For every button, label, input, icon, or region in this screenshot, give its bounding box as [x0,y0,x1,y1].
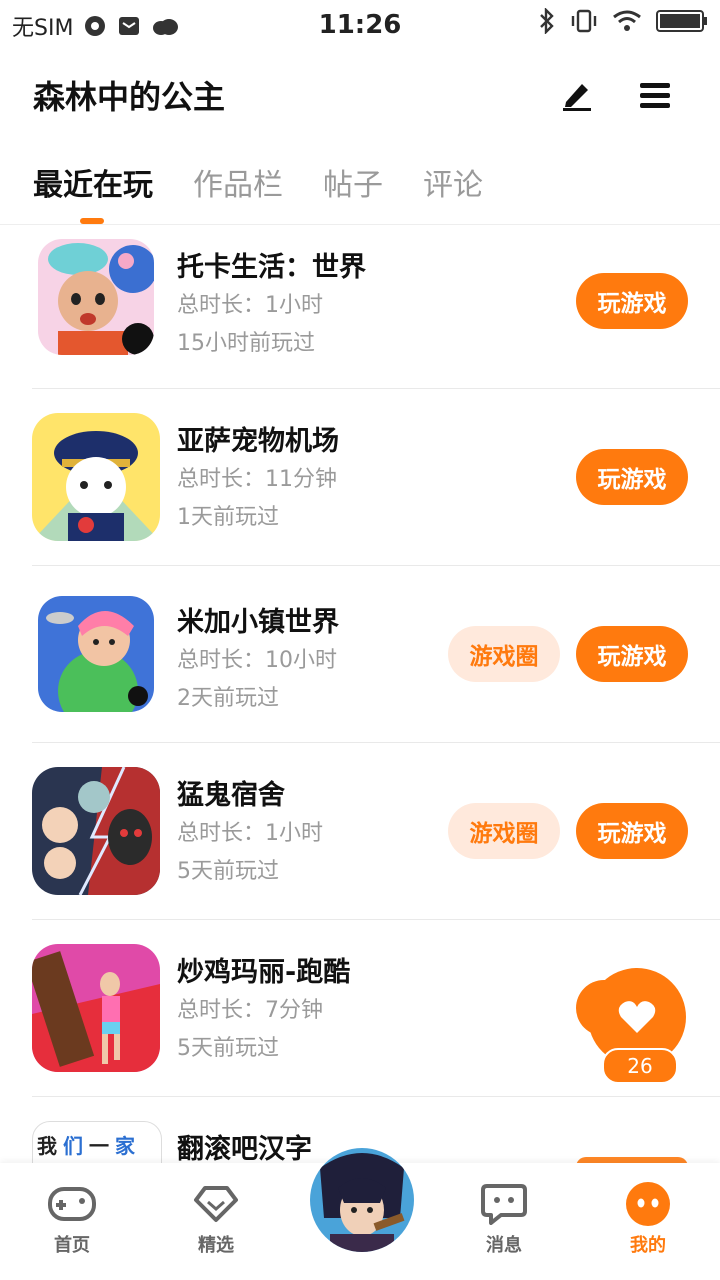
heart-icon [618,1001,656,1033]
nav-label: 消息 [486,1235,522,1256]
game-icon-toca-life [38,239,154,355]
chat-bubble-icon [477,1181,531,1227]
floating-like-button[interactable]: 26 [588,968,688,1088]
game-row[interactable]: 猛鬼宿舍 总时长：1小时 5天前玩过 游戏圈 玩游戏 [32,743,720,920]
game-name: 亚萨宠物机场 [177,426,339,457]
tab-comments[interactable]: 评论 [423,160,483,204]
menu-button[interactable] [630,70,680,120]
nav-mine[interactable]: 我的 [598,1181,698,1257]
game-duration: 总时长：7分钟 [177,998,323,1023]
game-row[interactable]: 亚萨宠物机场 总时长：11分钟 1天前玩过 玩游戏 [32,389,720,566]
page-title: 森林中的公主 [33,78,226,116]
tab-works[interactable]: 作品栏 [193,160,283,204]
play-game-button[interactable]: 玩游戏 [576,449,688,505]
edit-button[interactable] [552,70,602,120]
hanzi-char: 我 [37,1134,57,1158]
hanzi-char: 们 [63,1134,83,1158]
hanzi-char: 家 [115,1134,135,1158]
nav-featured[interactable]: 精选 [166,1181,266,1257]
play-game-button[interactable]: 玩游戏 [576,803,688,859]
tab-posts[interactable]: 帖子 [323,160,383,204]
game-last-played: 1天前玩过 [177,505,279,530]
nav-label: 首页 [54,1235,90,1256]
game-circle-button[interactable]: 游戏圈 [448,626,560,682]
game-last-played: 2天前玩过 [177,686,279,711]
profile-tabs: 最近在玩 作品栏 帖子 评论 [0,150,720,225]
game-duration: 总时长：1小时 [177,293,323,318]
game-last-played: 5天前玩过 [177,1036,279,1061]
game-name: 炒鸡玛丽-跑酷 [177,957,351,988]
battery-icon [656,9,708,33]
heart-diamond-icon [189,1181,243,1227]
nav-label: 我的 [630,1235,666,1256]
user-avatar-button[interactable] [310,1148,414,1252]
game-name: 米加小镇世界 [177,607,339,638]
face-icon [621,1181,675,1227]
game-duration: 总时长：1小时 [177,821,323,846]
nav-messages[interactable]: 消息 [454,1181,554,1257]
game-icon-miga-town [38,596,154,712]
play-game-button[interactable]: 玩游戏 [576,273,688,329]
play-game-button[interactable]: 玩游戏 [576,626,688,682]
like-count: 26 [602,1048,678,1084]
hamburger-menu-icon [640,83,670,108]
game-name: 翻滚吧汉字 [177,1134,312,1165]
game-last-played: 15小时前玩过 [177,331,315,356]
status-right [538,8,708,34]
game-duration: 总时长：11分钟 [177,467,337,492]
wifi-icon [612,9,642,33]
game-row[interactable]: 米加小镇世界 总时长：10小时 2天前玩过 游戏圈 玩游戏 [32,566,720,743]
game-last-played: 5天前玩过 [177,859,279,884]
game-icon-haunted-dorm [32,767,160,895]
game-icon-yasa-pets-airport [32,413,160,541]
game-duration: 总时长：10小时 [177,648,337,673]
game-row[interactable]: 托卡生活：世界 总时长：1小时 15小时前玩过 玩游戏 [32,225,720,389]
game-name: 托卡生活：世界 [177,252,366,283]
status-bar: 无SIM 11:26 [0,0,720,50]
game-name: 猛鬼宿舍 [177,780,285,811]
tab-recently-played[interactable]: 最近在玩 [33,160,153,204]
gamepad-icon [45,1181,99,1227]
profile-header: 森林中的公主 [0,60,720,130]
tab-active-indicator [80,218,104,224]
bluetooth-icon [538,8,556,34]
game-icon-hanzi-roll: 我 们 一 家 [32,1121,162,1165]
game-icon-super-mary-parkour [32,944,160,1072]
pen-icon [563,84,591,111]
nav-label: 精选 [198,1235,234,1256]
nav-home[interactable]: 首页 [22,1181,122,1257]
vibrate-icon [570,8,598,34]
hanzi-char: 一 [89,1134,109,1158]
game-circle-button[interactable]: 游戏圈 [448,803,560,859]
